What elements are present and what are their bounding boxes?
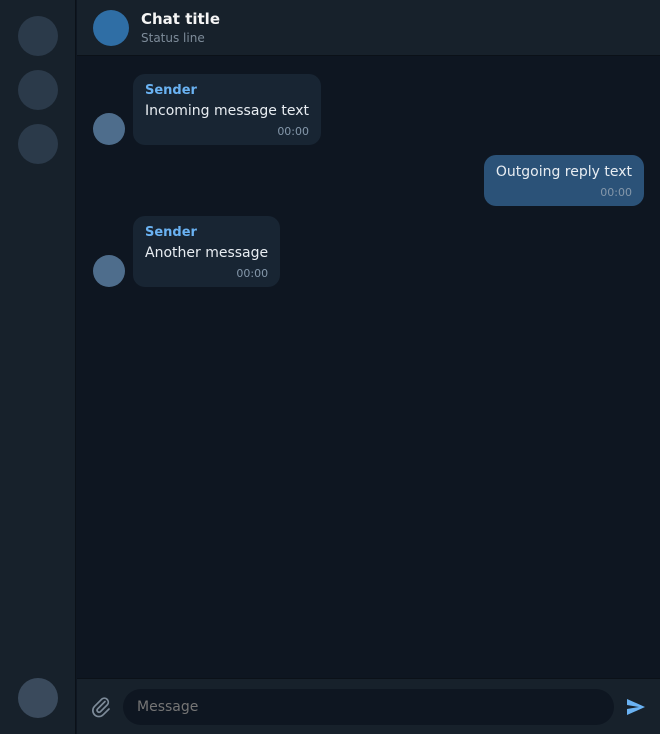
message-bubble[interactable]: Outgoing reply text 00:00 xyxy=(483,155,644,207)
chat-header: Chat title Status line xyxy=(77,0,660,56)
message-row: Sender Another message 00:00 xyxy=(93,216,644,288)
message-text: Incoming message text xyxy=(145,103,310,120)
chat-subtitle: Status line xyxy=(141,31,205,45)
message-list: Sender Incoming message text 00:00 Outgoing… xyxy=(77,56,660,678)
sidebar-slot[interactable] xyxy=(17,70,58,110)
message-input[interactable] xyxy=(123,688,614,725)
app-window: Chat title Status line Sender Incoming me… xyxy=(0,0,660,734)
sidebar-slot[interactable] xyxy=(17,16,58,56)
message-author[interactable]: Sender xyxy=(145,224,268,242)
message-text: Outgoing reply text xyxy=(495,164,632,181)
sender-avatar[interactable] xyxy=(93,113,125,146)
message-row: Sender Incoming message text 00:00 xyxy=(93,74,644,146)
chat-header-text: Chat title Status line xyxy=(141,10,220,45)
chat-panel: Chat title Status line Sender Incoming me… xyxy=(77,0,660,734)
message-bubble[interactable]: Sender Another message 00:00 xyxy=(133,216,281,288)
message-text: Another message xyxy=(145,245,269,262)
paperclip-icon[interactable] xyxy=(89,695,113,719)
account-avatar[interactable] xyxy=(18,678,58,718)
message-time: 00:00 xyxy=(236,266,269,280)
message-time: 00:00 xyxy=(277,124,310,138)
message-author[interactable]: Sender xyxy=(145,82,309,100)
message-bubble[interactable]: Sender Incoming message text 00:00 xyxy=(133,74,322,146)
chat-avatar[interactable] xyxy=(93,9,129,46)
sidebar-slot[interactable] xyxy=(17,124,58,164)
message-time: 00:00 xyxy=(600,185,632,199)
send-icon[interactable] xyxy=(624,695,648,719)
message-row: Outgoing reply text 00:00 xyxy=(93,155,644,207)
message-composer xyxy=(77,678,660,734)
sidebar xyxy=(0,0,76,734)
chat-title[interactable]: Chat title xyxy=(141,10,220,28)
sender-avatar[interactable] xyxy=(93,255,125,288)
